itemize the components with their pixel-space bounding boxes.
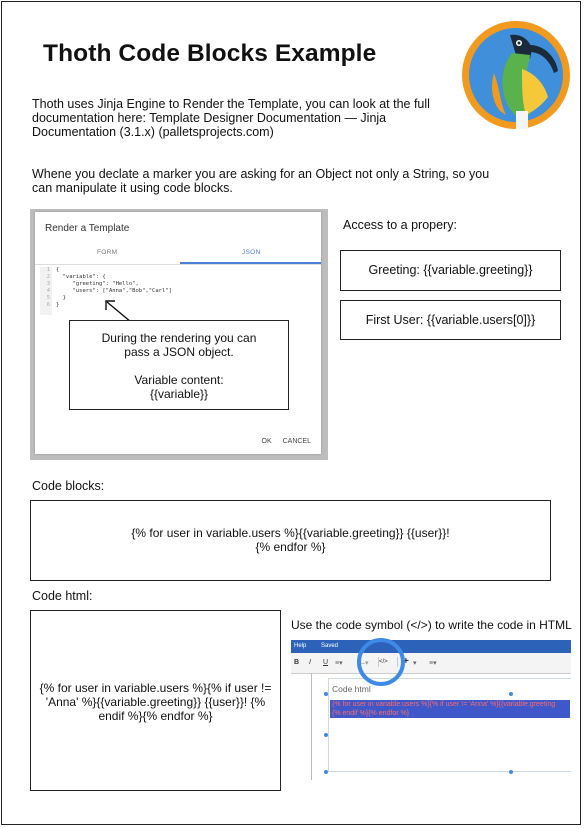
menu-help[interactable]: Help: [294, 643, 306, 649]
italic-button[interactable]: I: [309, 659, 311, 666]
greeting-box: Greeting: {{variable.greeting}}: [340, 250, 561, 291]
page-title: Thoth Code Blocks Example: [43, 40, 377, 67]
dialog-tabs: FORM JSON: [35, 244, 321, 265]
marker-paragraph: Whene you declate a marker you are askin…: [32, 167, 490, 195]
align-dropdown-icon[interactable]: ≡▾: [335, 659, 343, 667]
editor-left-rule: [311, 673, 312, 780]
html-editor-screenshot: Help Saved B I U ≡▾ —▾ </> + ▾ ≡▾ Code h…: [291, 640, 571, 780]
line-number-gutter: 1 2 3 4 5 6: [40, 267, 52, 315]
active-tab-indicator: [180, 262, 321, 264]
ok-button[interactable]: OK: [262, 438, 272, 445]
callout-line-3: {{variable}}: [149, 387, 209, 401]
code-blocks-box: {% for user in variable.users %}{{variab…: [30, 500, 551, 581]
tab-json[interactable]: JSON: [242, 249, 261, 256]
editor-toolbar: B I U ≡▾ —▾ </> + ▾ ≡▾: [291, 653, 571, 674]
code-symbol-hint: Use the code symbol (</>) to write the c…: [291, 618, 572, 632]
intro-paragraph: Thoth uses Jinja Engine to Render the Te…: [32, 97, 430, 139]
dialog-actions: OK CANCEL: [253, 438, 311, 445]
selected-line-1: {% for user in variable.users %}{% if us…: [332, 701, 556, 708]
dialog-title: Render a Template: [45, 223, 130, 234]
resize-handle[interactable]: [509, 692, 513, 696]
ibis-bird-logo-icon: [462, 21, 570, 129]
selected-line-2: {% endif %}{% endfor %}: [332, 710, 410, 717]
callout-line-2: Variable content:: [134, 373, 224, 387]
code-blocks-label: Code blocks:: [32, 479, 105, 493]
resize-handle[interactable]: [324, 692, 328, 696]
code-html-box: {% for user in variable.users %}{% if us…: [30, 610, 281, 791]
code-blocks-line-2: {% endfor %}: [255, 540, 326, 554]
list-dropdown-icon[interactable]: ≡▾: [429, 659, 437, 667]
bold-button[interactable]: B: [294, 659, 299, 666]
insert-dropdown-icon[interactable]: ▾: [413, 659, 417, 667]
tab-form[interactable]: FORM: [97, 249, 117, 256]
first-user-box: First User: {{variable.users[0]}}: [340, 300, 561, 340]
callout-line-1: During the rendering you can pass a JSON…: [101, 331, 257, 359]
highlight-circle: [357, 638, 405, 686]
resize-handle[interactable]: [324, 770, 328, 774]
line-numbers: 1 2 3 4 5 6: [46, 267, 50, 308]
resize-handle[interactable]: [509, 770, 513, 774]
selected-code-text[interactable]: {% for user in variable.users %}{% if us…: [332, 700, 570, 718]
resize-handle[interactable]: [324, 733, 328, 737]
access-label: Access to a propery:: [343, 218, 457, 232]
json-callout: During the rendering you can pass a JSON…: [69, 320, 289, 410]
code-html-label: Code html:: [32, 589, 93, 603]
editor-menu-bar: Help Saved: [291, 640, 571, 653]
editor-heading: Code html: [332, 684, 371, 694]
underline-button[interactable]: U: [323, 659, 328, 666]
cancel-button[interactable]: CANCEL: [283, 438, 311, 445]
menu-saved: Saved: [321, 643, 339, 649]
code-blocks-line-1: {% for user in variable.users %}{{variab…: [131, 526, 450, 540]
